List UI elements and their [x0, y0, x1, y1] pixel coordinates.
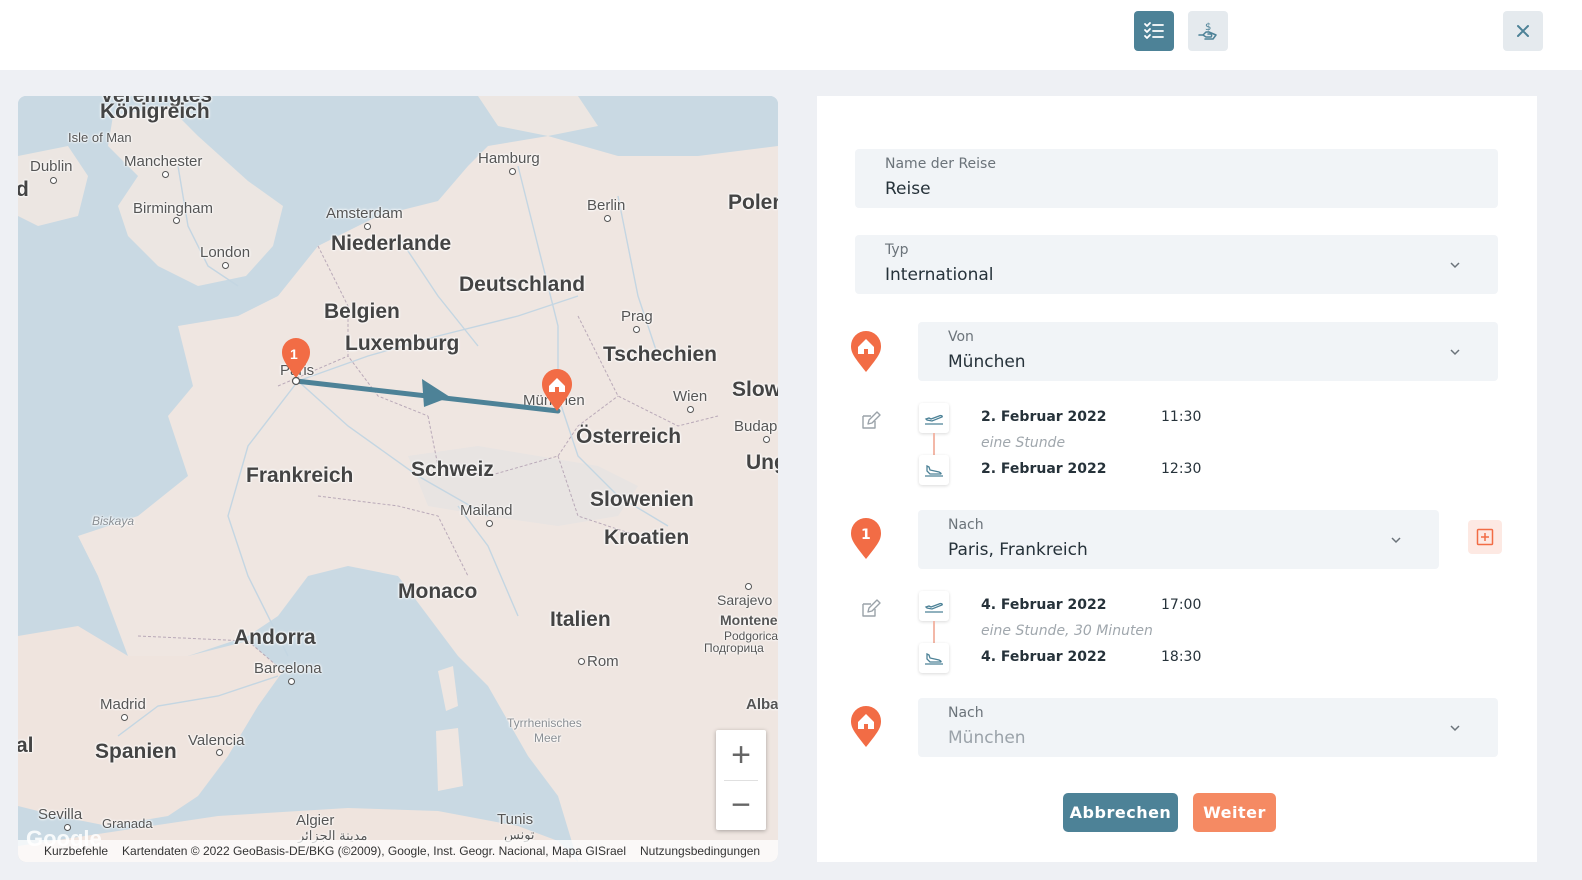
to-2-label: Nach: [948, 705, 984, 721]
zoom-separator: [724, 780, 758, 781]
segment-1-duration: eine Stunde: [981, 435, 1066, 451]
departure-icon: [919, 403, 949, 433]
close-icon: [1517, 25, 1529, 37]
to-1-value: Paris, Frankreich: [948, 540, 1088, 560]
arrival-icon: [919, 643, 949, 673]
to-location-1-select[interactable]: Nach Paris, Frankreich: [918, 510, 1439, 569]
route-map[interactable]: Vereinigtes Königreich Isle of Man Dubli…: [18, 96, 778, 862]
expenses-button[interactable]: $: [1188, 11, 1228, 51]
keyboard-shortcuts-link[interactable]: Kurzbefehle: [44, 844, 108, 858]
cancel-button[interactable]: Abbrechen: [1063, 793, 1178, 832]
zoom-out-button[interactable]: −: [716, 780, 766, 830]
segment-1-depart-time: 11:30: [1161, 409, 1202, 425]
top-bar: $: [0, 0, 1582, 70]
segment-2-depart-time: 17:00: [1161, 597, 1202, 613]
checklist-button[interactable]: [1134, 11, 1174, 51]
trip-form-panel: Name der Reise Reise Typ International V…: [817, 96, 1537, 862]
trip-name-field[interactable]: Name der Reise Reise: [855, 149, 1498, 208]
segment-connector: [933, 433, 935, 455]
stop-1-number: 1: [861, 527, 871, 543]
add-stop-button[interactable]: [1468, 520, 1502, 554]
map-data-attribution: Kartendaten © 2022 GeoBasis-DE/BKG (©200…: [122, 844, 626, 858]
trip-type-value: International: [885, 265, 994, 285]
zoom-in-button[interactable]: +: [716, 730, 766, 780]
chevron-down-icon: [1450, 725, 1460, 732]
chevron-down-icon: [1391, 537, 1401, 544]
trip-name-label: Name der Reise: [885, 156, 996, 172]
segment-2-depart-date: 4. Februar 2022: [981, 597, 1107, 613]
trip-type-label: Typ: [885, 242, 909, 258]
edit-segment-2-icon[interactable]: [859, 598, 881, 620]
hand-coin-icon: $: [1198, 22, 1217, 40]
from-value: München: [948, 352, 1026, 372]
from-label: Von: [948, 329, 974, 345]
checklist-icon: [1144, 22, 1164, 39]
departure-icon: [919, 591, 949, 621]
segment-1-arrive-time: 12:30: [1161, 461, 1202, 477]
add-square-icon: [1476, 528, 1494, 546]
trip-name-input[interactable]: Reise: [885, 179, 931, 199]
to-2-placeholder: München: [948, 728, 1026, 748]
map-attribution: Kurzbefehle Kartendaten © 2022 GeoBasis-…: [18, 840, 778, 862]
zoom-controls: + −: [716, 730, 766, 830]
segment-2-arrive-time: 18:30: [1161, 649, 1202, 665]
terms-link[interactable]: Nutzungsbedingungen: [640, 844, 760, 858]
arrival-icon: [919, 455, 949, 485]
segment-2-arrive-date: 4. Februar 2022: [981, 649, 1107, 665]
next-button[interactable]: Weiter: [1193, 793, 1276, 832]
route-overlay: [282, 338, 572, 414]
segment-1-depart-date: 2. Februar 2022: [981, 409, 1107, 425]
to-1-label: Nach: [948, 517, 984, 533]
edit-segment-1-icon[interactable]: [859, 410, 881, 432]
to-location-2-select[interactable]: Nach München: [918, 698, 1498, 757]
close-button[interactable]: [1503, 11, 1543, 51]
home-pin-icon: [851, 331, 881, 372]
home-pin-icon: [851, 706, 881, 747]
chevron-down-icon: [1450, 349, 1460, 356]
trip-type-select[interactable]: Typ International: [855, 235, 1498, 294]
segment-2-duration: eine Stunde, 30 Minuten: [981, 623, 1153, 639]
segment-1-arrive-date: 2. Februar 2022: [981, 461, 1107, 477]
route-arrow-icon: [422, 379, 450, 407]
chevron-down-icon: [1450, 262, 1460, 269]
munich-home-marker-icon: [542, 369, 572, 411]
segment-connector: [933, 621, 935, 643]
paris-marker-number: 1: [290, 346, 298, 362]
from-location-select[interactable]: Von München: [918, 322, 1498, 381]
